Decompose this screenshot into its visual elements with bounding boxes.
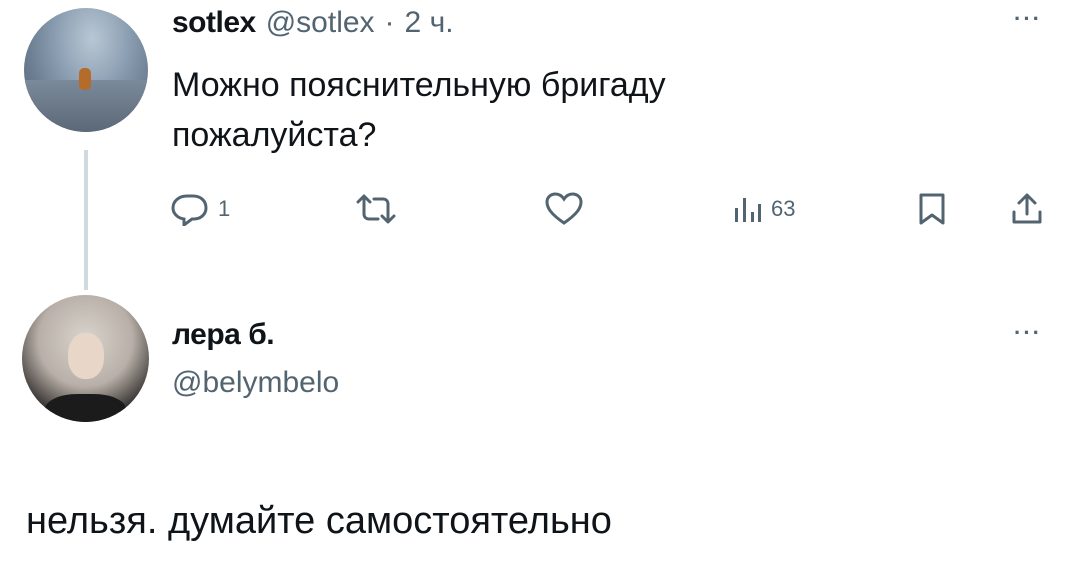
- tweet2-text: нельзя. думайте самостоятельно: [26, 500, 612, 542]
- timestamp[interactable]: 2 ч.: [405, 6, 454, 40]
- views-icon: [733, 194, 763, 224]
- share-icon: [1010, 192, 1044, 226]
- author-name[interactable]: sotlex: [172, 6, 256, 40]
- tweet1-text-line1: Можно пояснительную бригаду: [172, 66, 666, 104]
- bookmark-icon: [918, 192, 946, 226]
- reply-icon: [170, 192, 210, 226]
- separator: ·: [384, 6, 395, 39]
- avatar-face: [67, 333, 104, 380]
- reply-count: 1: [218, 196, 231, 221]
- avatar-sotlex[interactable]: [24, 8, 148, 132]
- avatar-figure: [78, 67, 91, 90]
- like-button[interactable]: [545, 192, 591, 226]
- reply-button[interactable]: 1: [170, 192, 230, 226]
- more-options-icon[interactable]: ···: [1014, 6, 1042, 32]
- tweet1-header: sotlex @sotlex · 2 ч.: [172, 6, 454, 40]
- retweet-icon: [354, 194, 398, 224]
- thread-line: [84, 150, 88, 290]
- heart-icon: [545, 192, 583, 226]
- tweet1-text-line2: пожалуйста?: [172, 116, 377, 154]
- author-handle[interactable]: @sotlex: [266, 6, 375, 40]
- views-count: 63: [771, 196, 796, 221]
- views-button[interactable]: 63: [733, 194, 795, 224]
- author-handle[interactable]: @belymbelo: [172, 366, 339, 400]
- author-name[interactable]: лера б.: [172, 318, 275, 352]
- bookmark-button[interactable]: [918, 192, 946, 226]
- avatar-shoulders: [44, 394, 127, 422]
- more-options-icon[interactable]: ···: [1014, 320, 1042, 346]
- share-button[interactable]: [1010, 192, 1044, 226]
- avatar-lera[interactable]: [22, 295, 149, 422]
- retweet-button[interactable]: [354, 194, 406, 224]
